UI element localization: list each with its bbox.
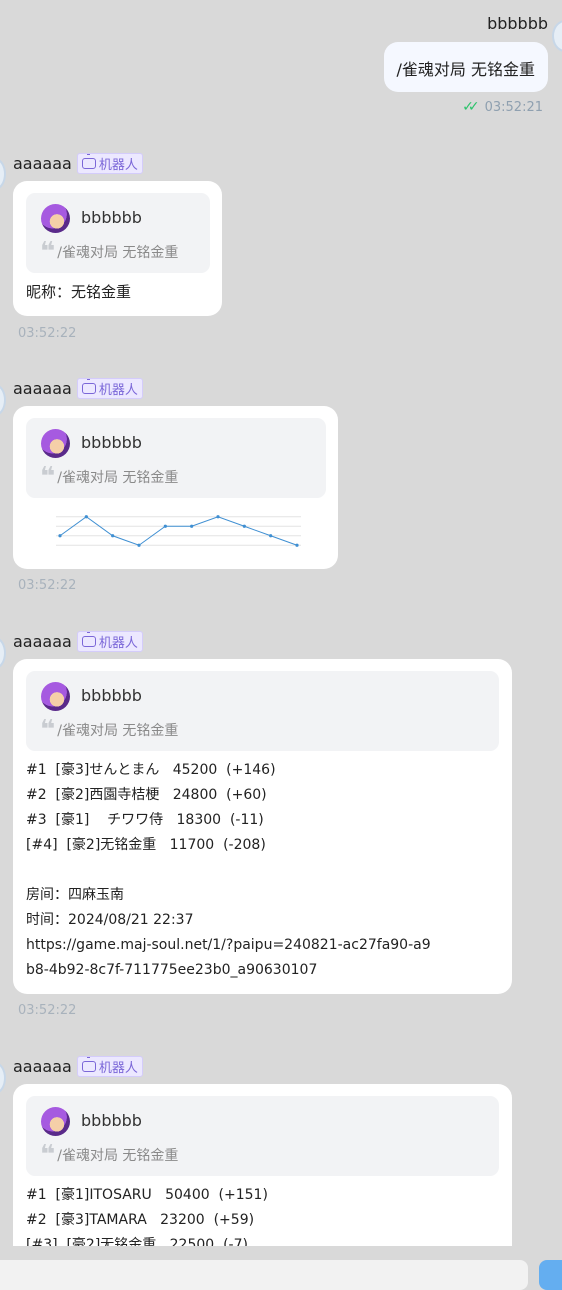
quote-sender-name: bbbbbb	[81, 686, 142, 705]
chart-point	[84, 515, 88, 519]
bot-header: aaaaaa 机器人	[13, 1056, 143, 1077]
quote-text-row: ❝ /雀魂对局 无铭金重	[40, 1140, 179, 1170]
bot-header: aaaaaa 机器人	[13, 631, 143, 652]
quote-mark-icon: ❝	[40, 715, 55, 745]
quote-sender-name: bbbbbb	[81, 1111, 142, 1130]
quote-sender-name: bbbbbb	[81, 208, 142, 227]
bot-badge: 机器人	[76, 1056, 143, 1077]
self-message-meta: ✓✓ 03:52:21	[462, 99, 543, 115]
bot-badge: 机器人	[76, 378, 143, 399]
bot-badge-label: 机器人	[98, 636, 138, 651]
bot-avatar[interactable]	[0, 158, 6, 190]
quote-text-row: ❝ /雀魂对局 无铭金重	[40, 715, 179, 745]
message-body[interactable]: #1 [豪3]せんとまん 45200 (+146) #2 [豪2]西園寺桔梗 2…	[26, 758, 431, 983]
message-time: 03:52:22	[18, 578, 77, 593]
double-check-icon: ✓✓	[462, 99, 480, 115]
message-body: 昵称：无铭金重	[26, 283, 132, 301]
robot-icon	[81, 1057, 96, 1072]
bot-message-bubble[interactable]: bbbbbb ❝ /雀魂对局 无铭金重 #1 [豪3]せんとまん 45200 (…	[13, 659, 512, 994]
quote-text-row: ❝ /雀魂对局 无铭金重	[40, 237, 179, 267]
bot-sender-name: aaaaaa	[13, 1057, 72, 1076]
rank-line-chart[interactable]	[56, 509, 301, 553]
robot-icon	[81, 154, 96, 169]
chart-point	[295, 543, 299, 547]
chart-point	[163, 524, 167, 528]
chart-point	[242, 524, 246, 528]
chart-point	[190, 524, 194, 528]
quote-text: /雀魂对局 无铭金重	[57, 245, 179, 261]
quote-text: /雀魂对局 无铭金重	[57, 1148, 179, 1164]
bot-header: aaaaaa 机器人	[13, 378, 143, 399]
bot-header: aaaaaa 机器人	[13, 153, 143, 174]
bot-avatar[interactable]	[0, 384, 6, 416]
self-avatar[interactable]	[552, 20, 562, 52]
bot-badge-label: 机器人	[98, 383, 138, 398]
bot-sender-name: aaaaaa	[13, 632, 72, 651]
quote-block[interactable]: bbbbbb ❝ /雀魂对局 无铭金重	[26, 418, 326, 498]
send-button[interactable]	[539, 1260, 562, 1290]
bot-badge-label: 机器人	[98, 1061, 138, 1076]
bot-message-bubble[interactable]: bbbbbb ❝ /雀魂对局 无铭金重 昵称：无铭金重	[13, 181, 222, 316]
quote-block[interactable]: bbbbbb ❝ /雀魂对局 无铭金重	[26, 671, 499, 751]
quote-mark-icon: ❝	[40, 1140, 55, 1170]
message-time: 03:52:22	[18, 1003, 77, 1018]
chart-point	[216, 515, 220, 519]
chat-area[interactable]: bbbbbb /雀魂对局 无铭金重 ✓✓ 03:52:21 aaaaaa 机器人…	[0, 0, 562, 1246]
chart-point	[269, 534, 273, 538]
self-sender-name: bbbbbb	[487, 14, 548, 33]
bot-sender-name: aaaaaa	[13, 379, 72, 398]
chart-series-line	[59, 516, 298, 546]
quote-block[interactable]: bbbbbb ❝ /雀魂对局 无铭金重	[26, 1096, 499, 1176]
chart-point	[111, 534, 115, 538]
quote-text: /雀魂对局 无铭金重	[57, 470, 179, 486]
bot-avatar[interactable]	[0, 1062, 6, 1094]
quote-text: /雀魂对局 无铭金重	[57, 723, 179, 739]
quote-mark-icon: ❝	[40, 237, 55, 267]
self-message-bubble[interactable]: /雀魂对局 无铭金重	[383, 42, 548, 92]
self-message-text: /雀魂对局 无铭金重	[396, 60, 535, 79]
bot-badge: 机器人	[76, 153, 143, 174]
quote-block[interactable]: bbbbbb ❝ /雀魂对局 无铭金重	[26, 193, 210, 273]
bot-avatar[interactable]	[0, 637, 6, 669]
quote-avatar	[41, 429, 70, 458]
bot-message-bubble[interactable]: bbbbbb ❝ /雀魂对局 无铭金重 #1 [豪1]ITOSARU 50400…	[13, 1084, 512, 1246]
chart-point	[58, 534, 62, 538]
message-time: 03:52:22	[18, 326, 77, 341]
bot-sender-name: aaaaaa	[13, 154, 72, 173]
robot-icon	[81, 379, 96, 394]
quote-avatar	[41, 204, 70, 233]
quote-avatar	[41, 682, 70, 711]
message-body[interactable]: #1 [豪1]ITOSARU 50400 (+151) #2 [豪3]TAMAR…	[26, 1183, 268, 1246]
quote-avatar	[41, 1107, 70, 1136]
quote-sender-name: bbbbbb	[81, 433, 142, 452]
robot-icon	[81, 632, 96, 647]
composer-bar	[0, 1246, 562, 1290]
bot-badge-label: 机器人	[98, 158, 138, 173]
message-input[interactable]	[0, 1260, 528, 1290]
chart-point	[137, 543, 141, 547]
bot-badge: 机器人	[76, 631, 143, 652]
self-message-time: 03:52:21	[484, 99, 543, 115]
quote-mark-icon: ❝	[40, 462, 55, 492]
quote-text-row: ❝ /雀魂对局 无铭金重	[40, 462, 179, 492]
bot-message-bubble[interactable]: bbbbbb ❝ /雀魂对局 无铭金重	[13, 406, 338, 569]
